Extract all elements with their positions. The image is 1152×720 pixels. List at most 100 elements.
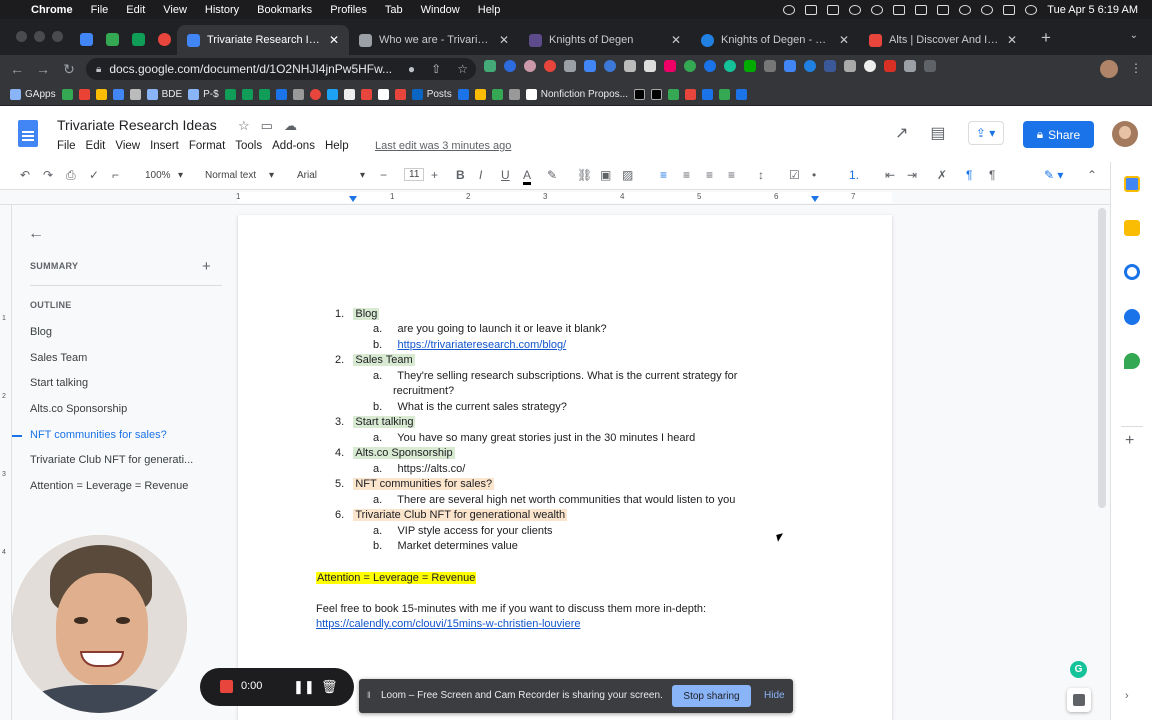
- document-title[interactable]: Trivariate Research Ideas: [57, 117, 217, 133]
- bookmark-item[interactable]: [61, 88, 73, 100]
- present-button[interactable]: ⇪ ▾: [967, 121, 1004, 145]
- bookmark-item[interactable]: [78, 88, 90, 100]
- menu-history[interactable]: History: [196, 4, 248, 16]
- spotlight-search-icon[interactable]: [981, 4, 994, 15]
- tasks-icon[interactable]: [1124, 264, 1140, 280]
- bookmark-item[interactable]: [129, 88, 141, 100]
- dropbox-status-icon[interactable]: [805, 4, 818, 15]
- tab-alts-discover[interactable]: Alts | Discover And Invest ✕: [859, 25, 1027, 55]
- star-icon[interactable]: ☆: [238, 118, 250, 134]
- bookmark-item[interactable]: [258, 88, 270, 100]
- chrome-menu-icon[interactable]: ⋮: [1130, 61, 1142, 75]
- expand-panel-chevron-icon[interactable]: ›: [1125, 690, 1129, 702]
- gear-status-icon[interactable]: [849, 4, 862, 15]
- close-tab-icon[interactable]: ✕: [499, 33, 509, 47]
- list-item[interactable]: a. They're selling research subscription…: [373, 370, 737, 382]
- list-item-continuation[interactable]: recruitment?: [393, 385, 454, 397]
- back-arrow-icon[interactable]: ←: [4, 61, 30, 77]
- app-menu-chrome[interactable]: Chrome: [22, 4, 82, 16]
- menu-file[interactable]: File: [82, 4, 118, 16]
- sidebar-icon[interactable]: [924, 60, 936, 72]
- increase-indent-icon[interactable]: ⇥: [907, 168, 917, 182]
- get-addons-plus-icon[interactable]: +: [1125, 432, 1134, 450]
- decrease-indent-icon[interactable]: ⇤: [885, 168, 895, 182]
- closing-paragraph[interactable]: Feel free to book 15-minutes with me if …: [316, 603, 706, 615]
- tab-trivariate-research-ideas[interactable]: Trivariate Research Ideas ✕: [177, 25, 349, 55]
- puzzle-extensions-icon[interactable]: [904, 60, 916, 72]
- extension-icon[interactable]: [684, 60, 696, 72]
- address-bar[interactable]: 🔒︎ docs.google.com/document/d/1O2NHJI4jn…: [86, 58, 476, 80]
- bookmark-item[interactable]: [309, 88, 321, 100]
- contacts-icon[interactable]: [1124, 309, 1140, 325]
- list-item[interactable]: a. You have so many great stories just i…: [373, 432, 695, 444]
- tab-knights-of-degen-collection[interactable]: Knights of Degen - Collect ✕: [691, 25, 859, 55]
- cloud-status-icon[interactable]: ☁︎: [284, 118, 297, 134]
- blog-link[interactable]: https://trivariateresearch.com/blog/: [397, 339, 566, 351]
- bookmark-bde[interactable]: BDE: [146, 88, 182, 100]
- wifi-status-icon[interactable]: [959, 4, 972, 15]
- line-spacing-icon[interactable]: ↕: [758, 168, 764, 182]
- docs-menu-file[interactable]: File: [57, 140, 81, 152]
- webcam-bubble[interactable]: [12, 535, 187, 713]
- menu-help[interactable]: Help: [469, 4, 510, 16]
- pause-icon[interactable]: ❚❚: [293, 679, 315, 695]
- bookmark-item[interactable]: [491, 88, 503, 100]
- bookmark-star-icon[interactable]: ☆: [457, 62, 468, 76]
- move-folder-icon[interactable]: ▭: [261, 118, 273, 134]
- extension-icon[interactable]: [664, 60, 676, 72]
- rtl-text-icon[interactable]: ¶: [989, 168, 995, 182]
- undo-icon[interactable]: ↶: [20, 168, 30, 182]
- zoom-window-button[interactable]: [52, 31, 63, 42]
- extension-icon[interactable]: [564, 60, 576, 72]
- grammarly-icon[interactable]: G: [1070, 661, 1087, 678]
- share-icon[interactable]: ⇧: [431, 62, 441, 76]
- calendar-status-icon[interactable]: [827, 4, 840, 15]
- docs-menu-format[interactable]: Format: [189, 140, 230, 152]
- bookmark-item[interactable]: [650, 88, 662, 100]
- close-tab-icon[interactable]: ✕: [1007, 33, 1017, 47]
- battery-status-icon[interactable]: [937, 4, 950, 15]
- menu-edit[interactable]: Edit: [117, 4, 154, 16]
- list-item[interactable]: 2. Sales Team: [335, 354, 415, 366]
- add-summary-plus-icon[interactable]: +: [202, 258, 211, 275]
- extension-icon[interactable]: [844, 60, 856, 72]
- horizontal-ruler[interactable]: 1 1 2 3 4 5 6 7: [0, 190, 1110, 205]
- menu-tab[interactable]: Tab: [376, 4, 412, 16]
- checklist-icon[interactable]: ☑: [789, 168, 800, 182]
- control-center-icon[interactable]: [1003, 4, 1016, 15]
- redo-icon[interactable]: ↷: [43, 168, 53, 182]
- bluetooth-status-icon[interactable]: [915, 4, 928, 15]
- bookmark-item[interactable]: [241, 88, 253, 100]
- insert-comment-icon[interactable]: ▣: [600, 168, 611, 182]
- extension-icon[interactable]: [884, 60, 896, 72]
- justify-icon[interactable]: ≡: [728, 168, 735, 182]
- activity-trend-icon[interactable]: ↗: [895, 123, 908, 143]
- account-avatar[interactable]: [1112, 121, 1138, 147]
- bookmark-p[interactable]: P-$: [188, 88, 219, 100]
- paint-format-icon[interactable]: ⌐: [112, 168, 119, 182]
- outline-item-sales-team[interactable]: Sales Team: [30, 352, 220, 364]
- style-select[interactable]: Normal text: [205, 170, 256, 181]
- extension-icon[interactable]: [744, 60, 756, 72]
- extension-icon[interactable]: [824, 60, 836, 72]
- network-status-icon[interactable]: [893, 4, 906, 15]
- extension-icon[interactable]: [504, 60, 516, 72]
- menu-window[interactable]: Window: [412, 4, 469, 16]
- insert-image-icon[interactable]: ▨: [622, 168, 633, 182]
- menu-bookmarks[interactable]: Bookmarks: [248, 4, 321, 16]
- extension-icon[interactable]: [584, 60, 596, 72]
- share-button[interactable]: 🔒︎ Share: [1023, 121, 1094, 148]
- print-icon[interactable]: ⎙: [66, 168, 76, 183]
- close-outline-arrow-icon[interactable]: ←: [28, 225, 44, 243]
- list-item[interactable]: b. https://trivariateresearch.com/blog/: [373, 339, 566, 351]
- numbered-list-icon[interactable]: 1.: [849, 168, 859, 182]
- list-item[interactable]: a. VIP style access for your clients: [373, 525, 553, 537]
- extension-icon[interactable]: [864, 60, 876, 72]
- docs-menu-edit[interactable]: Edit: [86, 140, 111, 152]
- bookmark-item[interactable]: [275, 88, 287, 100]
- bookmark-item[interactable]: [224, 88, 236, 100]
- insert-link-icon[interactable]: ⛓: [577, 168, 592, 182]
- close-tab-icon[interactable]: ✕: [329, 33, 339, 47]
- bookmark-item[interactable]: [343, 88, 355, 100]
- list-item[interactable]: 4. Alts.co Sponsorship: [335, 447, 455, 459]
